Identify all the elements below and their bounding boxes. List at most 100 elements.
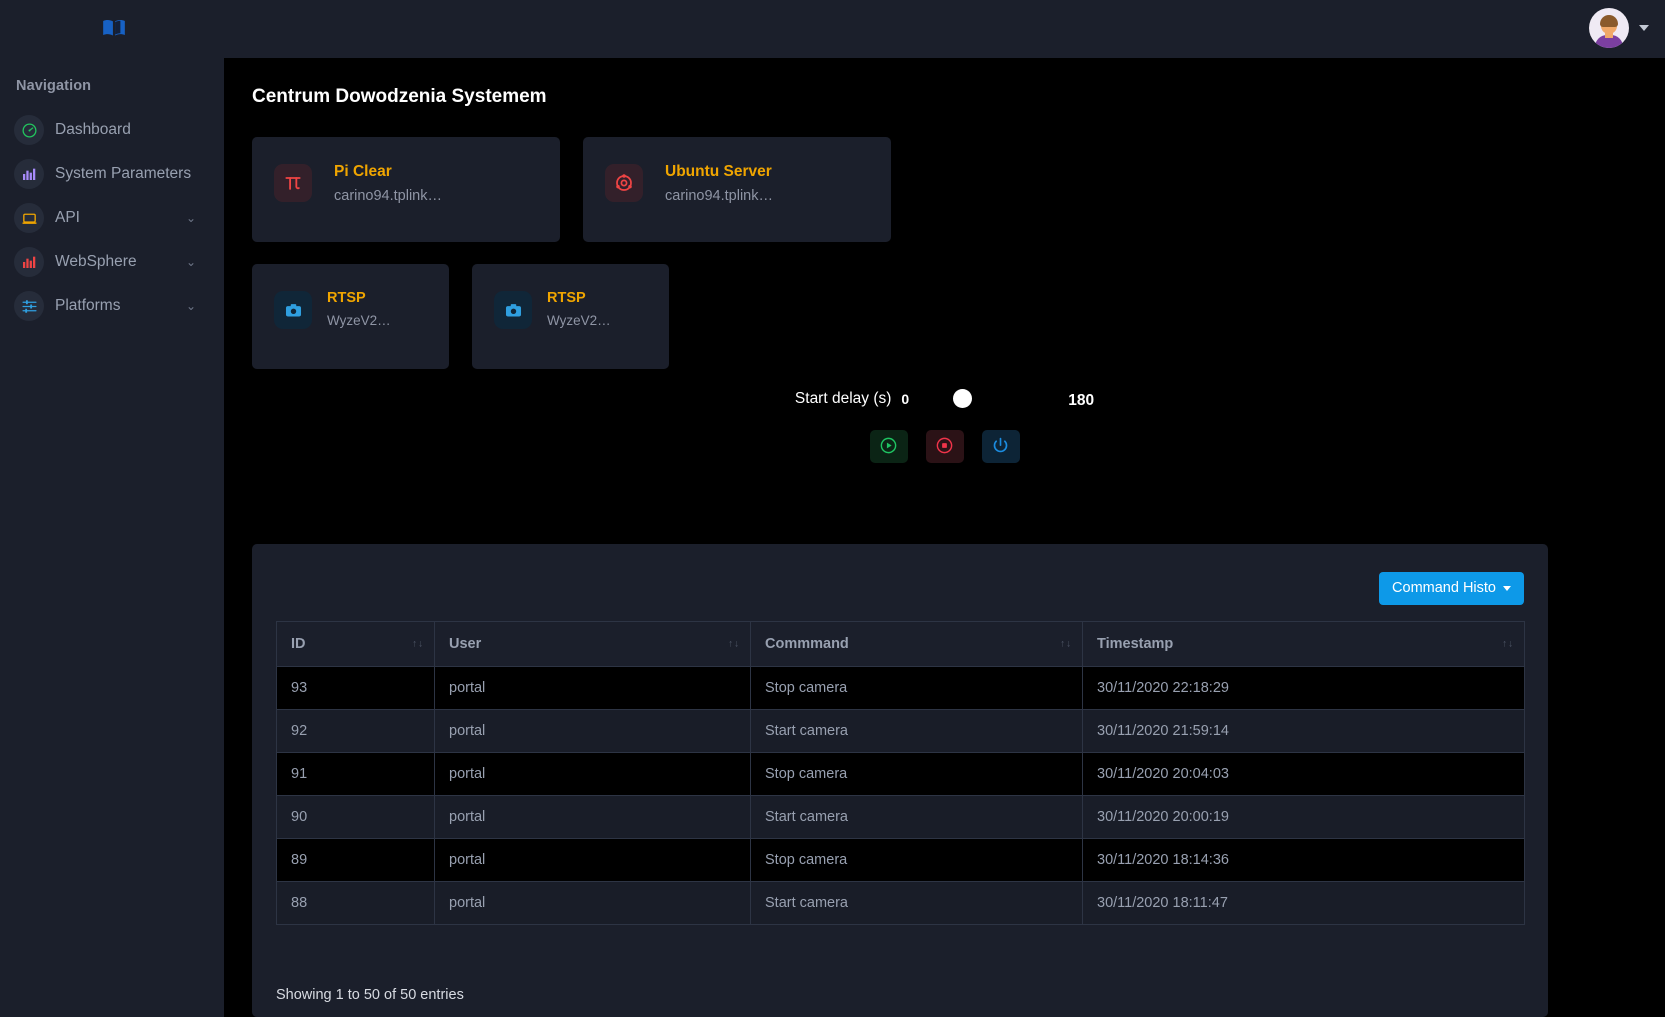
sidebar-item-label: API — [55, 209, 80, 226]
sort-indicator-icon: ↑↓ — [1060, 638, 1072, 650]
entries-info: Showing 1 to 50 of 50 entries — [276, 987, 464, 1003]
device-host: WyzeV2… — [327, 313, 391, 328]
cell-command: Start camera — [750, 709, 1083, 753]
speedometer-icon — [14, 115, 44, 145]
cell-user: portal — [434, 881, 751, 925]
start-delay-slider[interactable] — [915, 388, 1064, 408]
column-header-label: User — [449, 636, 482, 652]
sort-indicator-icon: ↑↓ — [728, 638, 740, 650]
column-header-command[interactable]: Commmand ↑↓ — [750, 621, 1083, 667]
sidebar-item-platforms[interactable]: Platforms ⌄ — [0, 284, 224, 328]
command-history-table: ID ↑↓ User ↑↓ Commmand ↑↓ Timestamp ↑↓ 9… — [276, 621, 1525, 925]
command-history-panel: Command Histo ID ↑↓ User ↑↓ Commmand ↑↓ … — [252, 544, 1548, 1017]
column-header-id[interactable]: ID ↑↓ — [276, 621, 435, 667]
open-book-icon[interactable] — [100, 14, 128, 42]
cell-timestamp: 30/11/2020 20:00:19 — [1082, 795, 1525, 839]
cell-id: 91 — [276, 752, 435, 796]
cell-command: Stop camera — [750, 666, 1083, 710]
command-buttons — [224, 430, 1665, 463]
cell-id: 92 — [276, 709, 435, 753]
chevron-down-icon — [1503, 585, 1511, 591]
cell-command: Start camera — [750, 881, 1083, 925]
column-header-user[interactable]: User ↑↓ — [434, 621, 751, 667]
bar-chart-icon — [14, 247, 44, 277]
sort-indicator-icon: ↑↓ — [412, 638, 424, 650]
stop-button[interactable] — [925, 430, 964, 463]
cell-user: portal — [434, 666, 751, 710]
start-delay-max-value: 180 — [1068, 392, 1095, 409]
start-delay-slider-row: Start delay (s) 0 180 — [224, 388, 1665, 410]
device-name: RTSP — [547, 290, 586, 306]
device-card-ubuntu-server[interactable]: Ubuntu Server carino94.tplink… — [583, 137, 891, 242]
device-card-pi-clear[interactable]: Pi Clear carino94.tplink… — [252, 137, 560, 242]
circle-stop-icon — [935, 436, 954, 458]
table-header-row: ID ↑↓ User ↑↓ Commmand ↑↓ Timestamp ↑↓ — [276, 621, 1525, 667]
raspberry-pi-icon — [274, 164, 312, 202]
device-name: RTSP — [327, 290, 366, 306]
cell-user: portal — [434, 752, 751, 796]
column-header-timestamp[interactable]: Timestamp ↑↓ — [1082, 621, 1525, 667]
device-host: carino94.tplink… — [334, 188, 442, 204]
circle-play-icon — [879, 436, 898, 458]
command-history-button[interactable]: Command Histo — [1379, 572, 1524, 605]
table-row[interactable]: 93 portal Stop camera 30/11/2020 22:18:2… — [276, 666, 1525, 710]
cell-command: Stop camera — [750, 838, 1083, 882]
power-button[interactable] — [981, 430, 1020, 463]
device-name: Pi Clear — [334, 163, 392, 180]
nav-list: Dashboard System Parameters API ⌄ WebSph… — [0, 108, 224, 328]
device-card-rtsp-1[interactable]: RTSP WyzeV2… — [252, 264, 449, 369]
device-host: carino94.tplink… — [665, 188, 773, 204]
cell-timestamp: 30/11/2020 18:14:36 — [1082, 838, 1525, 882]
sidebar: Navigation Dashboard System Parameters A… — [0, 58, 224, 1017]
cell-id: 93 — [276, 666, 435, 710]
cell-timestamp: 30/11/2020 22:18:29 — [1082, 666, 1525, 710]
table-body: 93 portal Stop camera 30/11/2020 22:18:2… — [276, 666, 1525, 925]
chevron-down-icon: ⌄ — [185, 255, 196, 269]
page-title: Centrum Dowodzenia Systemem — [252, 86, 547, 107]
table-row[interactable]: 91 portal Stop camera 30/11/2020 20:04:0… — [276, 752, 1525, 796]
sidebar-item-label: WebSphere — [55, 253, 137, 270]
start-delay-label: Start delay (s) — [794, 390, 892, 407]
device-card-rtsp-2[interactable]: RTSP WyzeV2… — [472, 264, 669, 369]
main-content: Centrum Dowodzenia Systemem Pi Clear car… — [224, 58, 1665, 1017]
table-row[interactable]: 89 portal Stop camera 30/11/2020 18:14:3… — [276, 838, 1525, 882]
cell-command: Start camera — [750, 795, 1083, 839]
top-bar — [0, 0, 1665, 58]
column-header-label: Commmand — [765, 636, 849, 652]
table-row[interactable]: 88 portal Start camera 30/11/2020 18:11:… — [276, 881, 1525, 925]
command-history-button-label: Command Histo — [1392, 580, 1496, 596]
ubuntu-icon — [605, 164, 643, 202]
cell-user: portal — [434, 709, 751, 753]
cell-user: portal — [434, 838, 751, 882]
start-delay-controls: Start delay (s) 0 180 — [224, 388, 1665, 463]
cell-command: Stop camera — [750, 752, 1083, 796]
sidebar-item-websphere[interactable]: WebSphere ⌄ — [0, 240, 224, 284]
avatar — [1589, 8, 1629, 48]
laptop-icon — [14, 203, 44, 233]
sidebar-item-system-parameters[interactable]: System Parameters — [0, 152, 224, 196]
column-header-label: Timestamp — [1097, 636, 1174, 652]
start-button[interactable] — [869, 430, 908, 463]
column-header-label: ID — [291, 636, 306, 652]
user-menu[interactable] — [1589, 8, 1649, 48]
sidebar-item-dashboard[interactable]: Dashboard — [0, 108, 224, 152]
sidebar-item-label: Dashboard — [55, 121, 131, 138]
device-host: WyzeV2… — [547, 313, 611, 328]
camera-icon — [274, 291, 312, 329]
cell-id: 88 — [276, 881, 435, 925]
cell-timestamp: 30/11/2020 18:11:47 — [1082, 881, 1525, 925]
chevron-down-icon: ⌄ — [185, 211, 196, 225]
power-icon — [991, 436, 1010, 458]
nav-heading: Navigation — [16, 78, 92, 94]
device-name: Ubuntu Server — [665, 163, 772, 180]
chevron-down-icon: ⌄ — [185, 299, 196, 313]
table-row[interactable]: 92 portal Start camera 30/11/2020 21:59:… — [276, 709, 1525, 753]
start-delay-min-value: 0 — [901, 391, 910, 407]
sidebar-item-api[interactable]: API ⌄ — [0, 196, 224, 240]
cell-id: 89 — [276, 838, 435, 882]
slider-handle[interactable] — [953, 388, 973, 408]
table-row[interactable]: 90 portal Start camera 30/11/2020 20:00:… — [276, 795, 1525, 839]
bar-chart-icon — [14, 159, 44, 189]
panel-toolbar: Command Histo — [276, 562, 1524, 621]
sliders-icon — [14, 291, 44, 321]
